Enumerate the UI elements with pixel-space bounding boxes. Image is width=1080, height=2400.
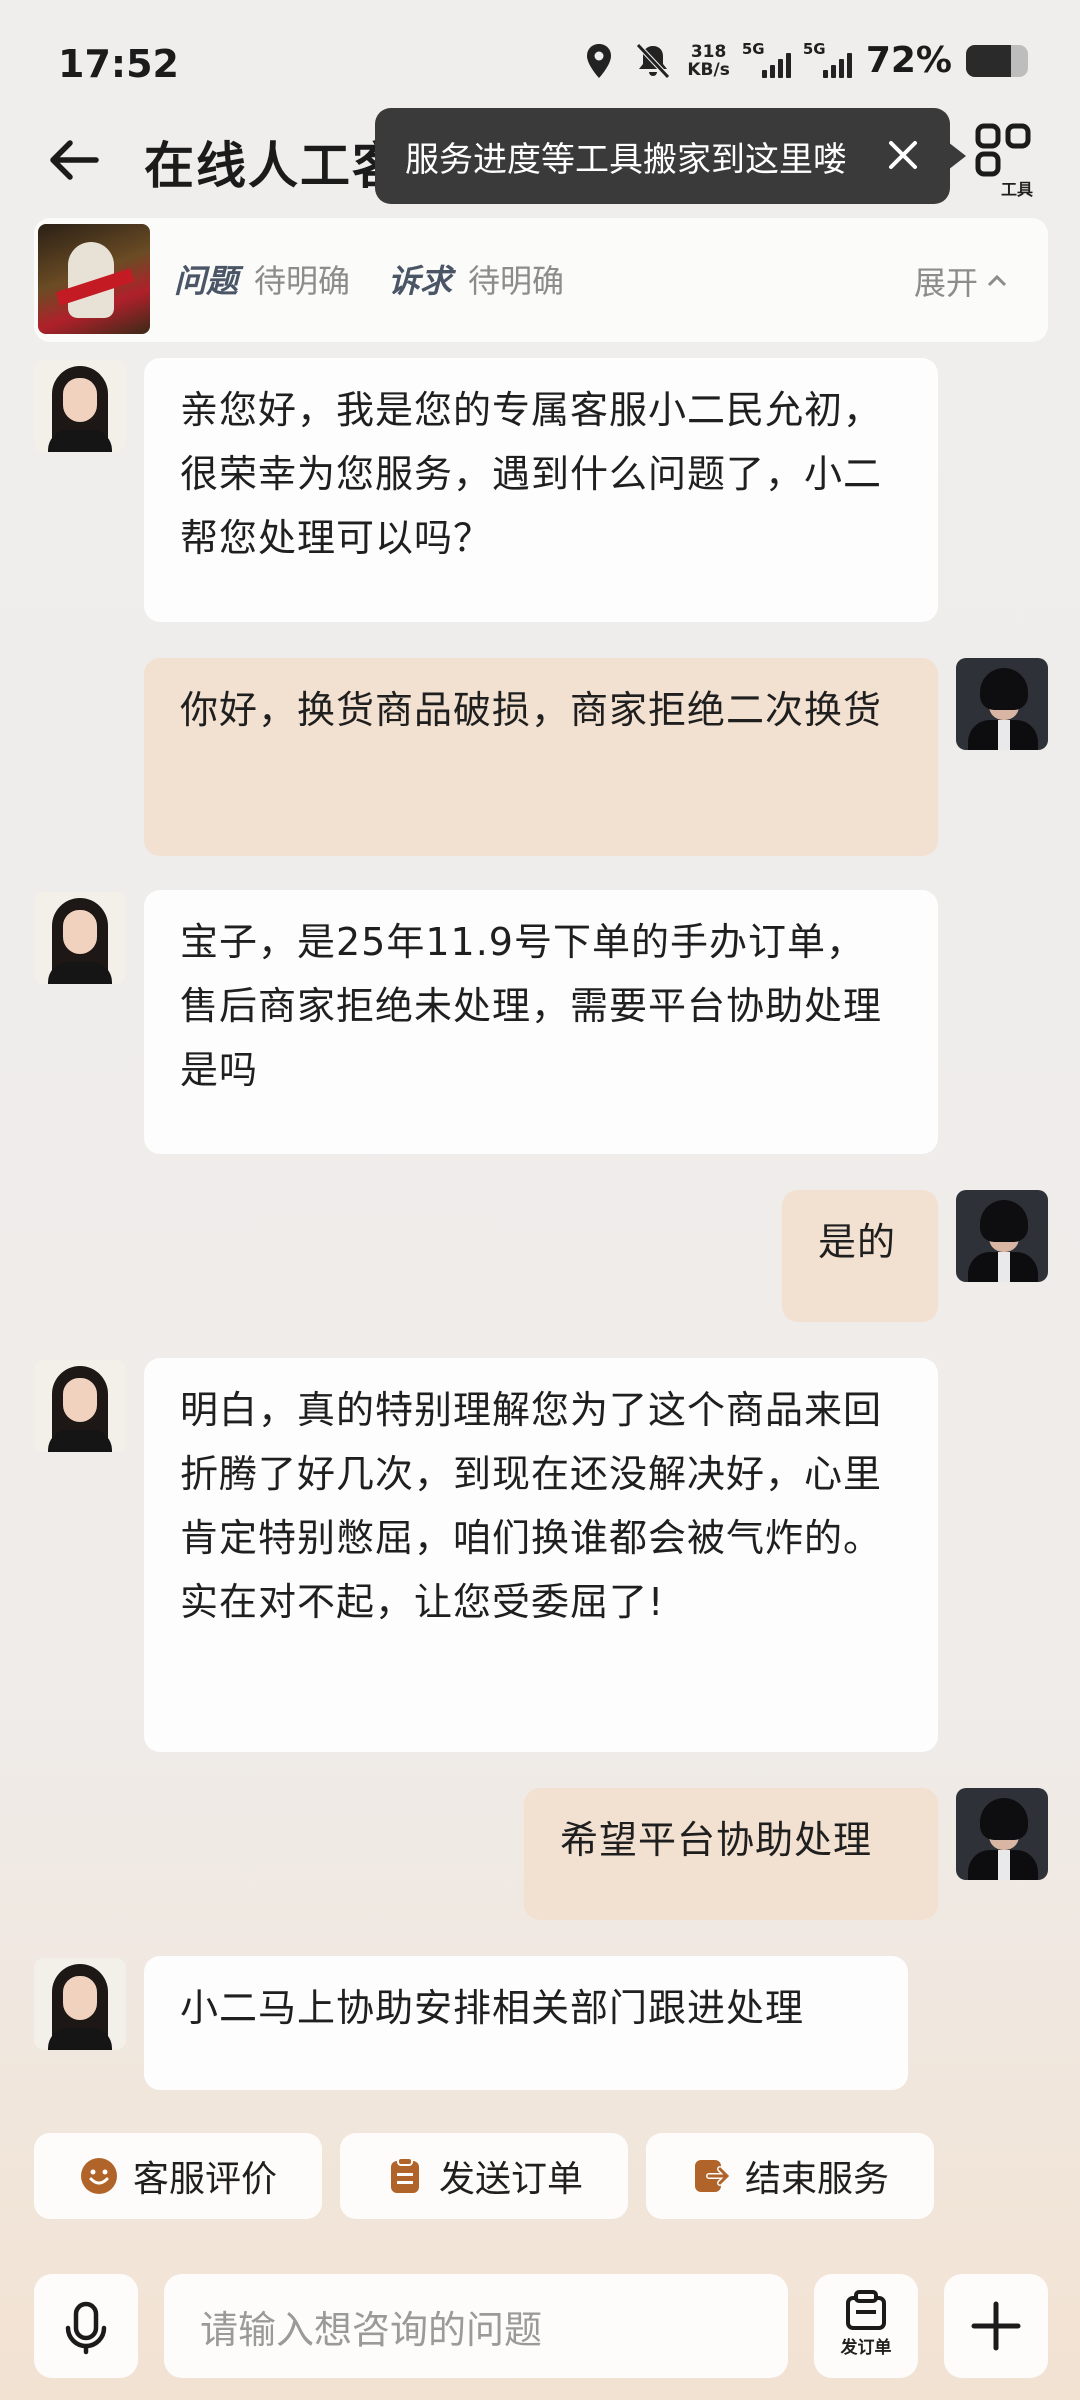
order-card[interactable]: 问题 待明确 诉求 待明确 展开 [34, 218, 1048, 342]
tools-tooltip: 服务进度等工具搬家到这里喽 [375, 108, 966, 204]
message-bubble-agent: 亲您好，我是您的专属客服小二民允初，很荣幸为您服务，遇到什么问题了，小二帮您处理… [144, 358, 938, 622]
agent-avatar[interactable] [34, 1958, 126, 2050]
status-time: 17:52 [58, 42, 179, 86]
tools-grid-icon [975, 123, 1031, 177]
speed-unit: KB/s [687, 59, 730, 80]
plus-icon [971, 2301, 1021, 2351]
clipboard-icon [390, 2157, 419, 2193]
message-input[interactable]: 请输入想咨询的问题 [164, 2274, 788, 2378]
more-button[interactable] [944, 2274, 1048, 2378]
claim-key: 诉求 [388, 262, 453, 300]
tools-button[interactable]: 工具 [970, 122, 1040, 199]
signal-icon-2: 5G [803, 40, 852, 78]
message-bubble-user: 希望平台协助处理 [524, 1788, 938, 1920]
problem-key: 问题 [174, 262, 239, 300]
end-service-button[interactable]: 结束服务 [646, 2133, 934, 2219]
message-bubble-agent: 明白，真的特别理解您为了这个商品来回折腾了好几次，到现在还没解决好，心里肯定特别… [144, 1358, 938, 1752]
user-avatar[interactable] [956, 1190, 1048, 1282]
signal-icon: 5G [742, 40, 791, 78]
send-order-button[interactable]: 发送订单 [340, 2133, 628, 2219]
battery-icon [966, 44, 1028, 77]
battery-percent: 72% [865, 40, 952, 81]
smiley-icon [80, 2158, 117, 2194]
user-avatar[interactable] [956, 658, 1048, 750]
message-bubble-agent: 小二马上协助安排相关部门跟进处理 [144, 1956, 908, 2090]
agent-avatar[interactable] [34, 1360, 126, 1452]
close-icon[interactable] [886, 138, 920, 172]
rate-service-label: 客服评价 [132, 2159, 277, 2200]
tools-label: 工具 [1000, 180, 1033, 199]
message-bubble-user: 是的 [782, 1190, 938, 1322]
rate-service-button[interactable]: 客服评价 [34, 2133, 322, 2219]
voice-button[interactable] [34, 2274, 138, 2378]
back-arrow-icon[interactable] [44, 130, 104, 190]
net-type-1: 5G [741, 39, 765, 58]
claim-value: 待明确 [468, 262, 565, 300]
order-button-label: 发订单 [840, 2338, 892, 2358]
message-bubble-user: 你好，换货商品破损，商家拒绝二次换货 [144, 658, 938, 856]
location-icon [587, 43, 612, 78]
agent-avatar[interactable] [34, 360, 126, 452]
exit-icon [694, 2160, 731, 2192]
end-service-label: 结束服务 [744, 2159, 889, 2200]
expand-label: 展开 [913, 264, 978, 302]
send-order-tool-button[interactable]: 发订单 [814, 2274, 918, 2378]
tooltip-text: 服务进度等工具搬家到这里喽 [405, 139, 847, 180]
network-speed: 318 KB/s [687, 43, 729, 79]
chevron-up-icon [987, 274, 1007, 287]
microphone-icon [65, 2301, 107, 2355]
problem-value: 待明确 [254, 262, 351, 300]
message-bubble-agent: 宝子，是25年11.9号下单的手办订单，售后商家拒绝未处理，需要平台协助处理是吗 [144, 890, 938, 1154]
message-input-placeholder: 请输入想咨询的问题 [200, 2307, 543, 2352]
claim-field: 诉求 待明确 [388, 256, 564, 302]
status-icons: 318 KB/s 5G 5G 72% [579, 40, 1028, 81]
product-thumbnail [38, 224, 150, 334]
send-order-label: 发送订单 [438, 2159, 583, 2200]
expand-button[interactable]: 展开 [914, 258, 1010, 304]
net-type-2: 5G [802, 39, 826, 58]
problem-field: 问题 待明确 [174, 256, 350, 302]
agent-avatar[interactable] [34, 892, 126, 984]
speed-value: 318 [690, 41, 727, 62]
mute-icon [636, 42, 671, 79]
user-avatar[interactable] [956, 1788, 1048, 1880]
